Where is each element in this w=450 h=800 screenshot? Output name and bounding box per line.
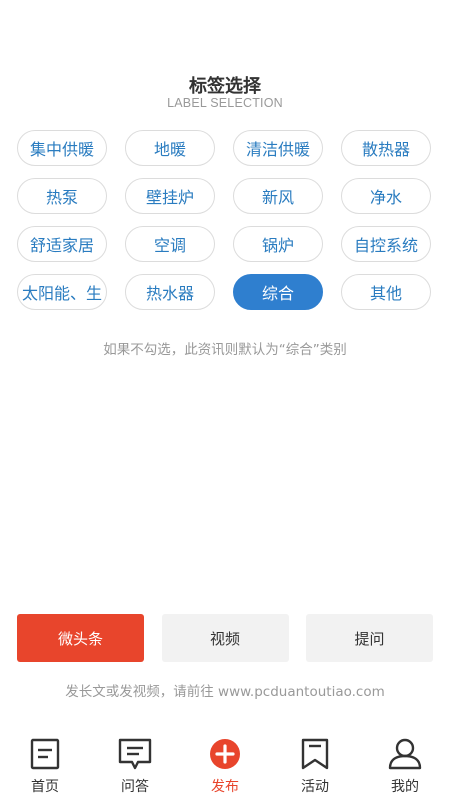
micro-headline-button[interactable]: 微头条 [17, 614, 144, 662]
tag-wall-boiler[interactable]: 壁挂炉 [125, 178, 215, 214]
tab-mine-label: 我的 [391, 779, 419, 795]
tab-activity-label: 活动 [301, 779, 329, 795]
tag-water-purification[interactable]: 净水 [341, 178, 431, 214]
tab-mine[interactable]: 我的 [360, 732, 450, 800]
page-title: 标签选择 [189, 76, 261, 97]
tab-home-label: 首页 [31, 779, 59, 795]
bookmark-icon [297, 736, 333, 772]
tag-grid: 集中供暖 地暖 清洁供暖 散热器 热泵 壁挂炉 新风 净水 舒适家居 空调 锅炉… [17, 130, 433, 310]
page-subtitle: LABEL SELECTION [167, 96, 283, 110]
publish-type-buttons: 微头条 视频 提问 [17, 614, 433, 662]
tag-general[interactable]: 综合 [233, 274, 323, 310]
tab-home[interactable]: 首页 [0, 732, 90, 800]
tag-control-system[interactable]: 自控系统 [341, 226, 431, 262]
tab-qa[interactable]: 问答 [90, 732, 180, 800]
tab-qa-label: 问答 [121, 779, 149, 795]
video-button[interactable]: 视频 [161, 614, 289, 662]
home-doc-icon [27, 736, 63, 772]
tag-fresh-air[interactable]: 新风 [233, 178, 323, 214]
tab-activity[interactable]: 活动 [270, 732, 360, 800]
tag-solar[interactable]: 太阳能、生 [17, 274, 107, 310]
tag-central-heating[interactable]: 集中供暖 [17, 130, 107, 166]
tag-clean-heating[interactable]: 清洁供暖 [233, 130, 323, 166]
default-category-hint: 如果不勾选，此资讯则默认为“综合”类别 [103, 342, 347, 358]
long-article-footnote: 发长文或发视频，请前往 www.pcduantoutiao.com [65, 684, 385, 700]
tag-water-heater[interactable]: 热水器 [125, 274, 215, 310]
tag-other[interactable]: 其他 [341, 274, 431, 310]
tag-comfort-home[interactable]: 舒适家居 [17, 226, 107, 262]
ask-button[interactable]: 提问 [306, 614, 433, 662]
bottom-tab-bar: 首页 问答 发布 活动 我的 [0, 732, 450, 800]
tag-heat-pump[interactable]: 热泵 [17, 178, 107, 214]
tab-publish-label: 发布 [211, 779, 239, 795]
tag-boiler[interactable]: 锅炉 [233, 226, 323, 262]
tag-floor-heating[interactable]: 地暖 [125, 130, 215, 166]
tag-radiator[interactable]: 散热器 [341, 130, 431, 166]
publish-plus-icon [207, 736, 243, 772]
tab-publish[interactable]: 发布 [180, 732, 270, 800]
user-profile-icon [387, 736, 423, 772]
chat-bubble-icon [117, 736, 153, 772]
tag-air-conditioning[interactable]: 空调 [125, 226, 215, 262]
